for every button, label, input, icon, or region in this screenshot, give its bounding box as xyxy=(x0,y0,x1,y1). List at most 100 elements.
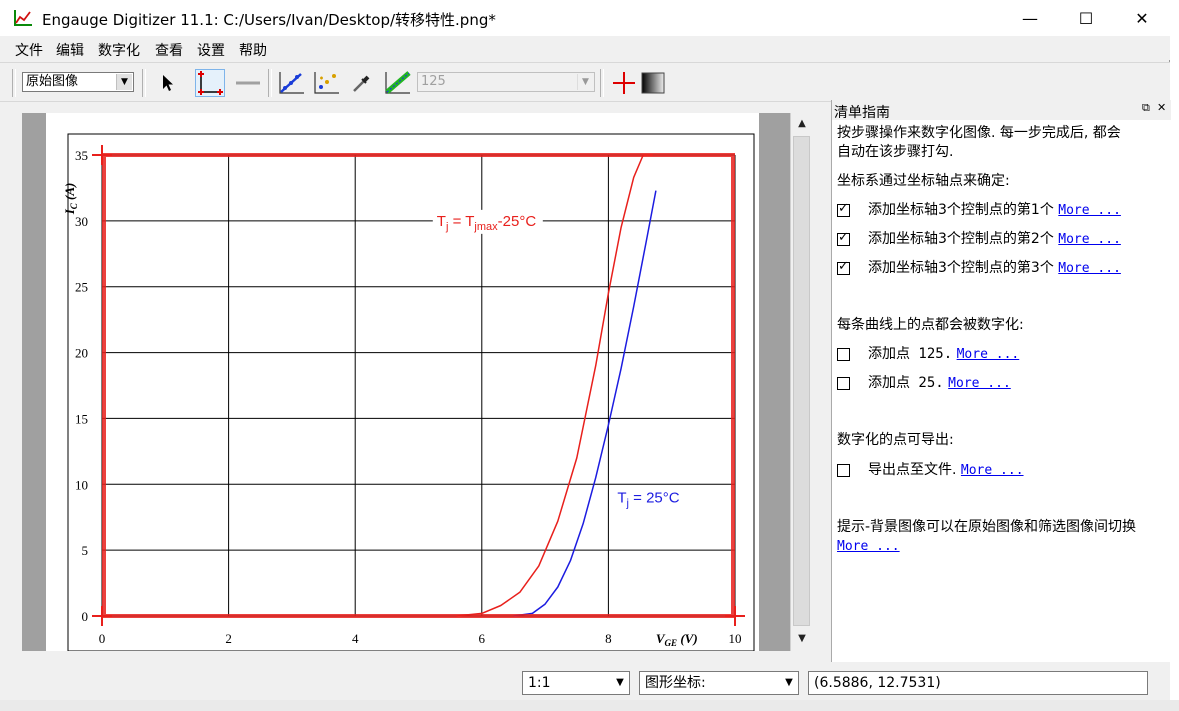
axis-point-1-more-link[interactable]: More ... xyxy=(1058,203,1121,218)
curve-25-label: 添加点 25. xyxy=(868,375,944,391)
y-tick-label: 35 xyxy=(75,148,88,163)
crosshair-icon xyxy=(613,72,635,94)
export-item: 导出点至文件. More ... xyxy=(868,461,1024,480)
tip-line: 提示-背景图像可以在原始图像和筛选图像间切换 xyxy=(837,519,1137,535)
x-tick-label: 0 xyxy=(99,631,106,646)
status-bar: 1:1 ▼ 图形坐标: ▼ (6.5886, 12.7531) xyxy=(0,662,1170,700)
curve-25-item: 添加点 25. More ... xyxy=(868,374,1011,393)
y-tick-label: 5 xyxy=(82,543,89,558)
x-tick-label: 4 xyxy=(352,631,359,646)
cursor-arrow-icon xyxy=(163,75,173,91)
background-image-select[interactable]: 原始图像 ▼ xyxy=(22,72,134,92)
axis-point-icon xyxy=(198,71,223,95)
background-app-edge xyxy=(1170,0,1179,711)
zoom-select[interactable]: 1:1 ▼ xyxy=(522,671,630,695)
toolbar-separator xyxy=(268,69,272,97)
menu-help[interactable]: 帮助 xyxy=(239,40,267,60)
curve-125-label: 添加点 125. xyxy=(868,346,953,362)
axis-point-3-checkbox xyxy=(837,262,850,275)
curve-25-more-link[interactable]: More ... xyxy=(948,376,1011,391)
curve-select[interactable]: 125 ▼ xyxy=(417,72,595,92)
curve-select-value: 125 xyxy=(421,74,446,89)
curve-125-item: 添加点 125. More ... xyxy=(868,345,1019,364)
color-picker-tool-button[interactable] xyxy=(347,69,377,97)
segment-fill-tool-button[interactable] xyxy=(382,69,412,97)
x-tick-label: 8 xyxy=(605,631,612,646)
curve-point-tool-button[interactable] xyxy=(276,69,306,97)
maximize-button[interactable]: ☐ xyxy=(1058,0,1114,36)
tip-more-link[interactable]: More ... xyxy=(837,539,900,554)
menu-edit[interactable]: 编辑 xyxy=(56,40,84,60)
chevron-down-icon: ▼ xyxy=(616,677,624,688)
y-tick-label: 20 xyxy=(75,346,88,361)
image-canvas[interactable]: 0 2 4 6 8 10 0 5 10 15 20 25 30 35 VGE (V) IC (A) Tj = T… xyxy=(46,113,759,652)
axis-point-2-label: 添加坐标轴3个控制点的第2个 xyxy=(868,231,1054,247)
axis-point-tool-button[interactable] xyxy=(195,69,225,97)
y-tick-label: 25 xyxy=(75,280,88,295)
export-heading: 数字化的点可导出: xyxy=(837,432,954,448)
app-window: Engauge Digitizer 11.1: C:/Users/Ivan/De… xyxy=(0,0,1171,700)
x-axis-label: VGE (V) xyxy=(656,631,698,648)
scroll-down-icon[interactable]: ▼ xyxy=(792,629,812,649)
panel-header: 清单指南 ⧉ ✕ xyxy=(832,100,1171,121)
coordinate-mode-select[interactable]: 图形坐标: ▼ xyxy=(639,671,799,695)
y-axis-label: IC (A) xyxy=(62,183,79,216)
y-tick-label: 10 xyxy=(75,477,88,492)
intro-line-1: 按步骤操作来数字化图像. 每一步完成后, 都会 xyxy=(837,125,1121,141)
select-tool-button[interactable] xyxy=(153,69,183,97)
zoom-value: 1:1 xyxy=(528,675,551,691)
menu-digitize[interactable]: 数字化 xyxy=(98,40,140,60)
menu-bar: 文件 编辑 数字化 查看 设置 帮助 xyxy=(0,36,1170,60)
crosshair-tool-button[interactable] xyxy=(609,69,639,97)
menu-view[interactable]: 查看 xyxy=(155,40,183,60)
close-panel-icon[interactable]: ✕ xyxy=(1157,101,1166,114)
axis-point-1-checkbox xyxy=(837,204,850,217)
float-panel-icon[interactable]: ⧉ xyxy=(1142,101,1150,115)
curve-point-icon xyxy=(279,72,304,94)
chevron-down-icon: ▼ xyxy=(577,74,593,90)
scale-bar-tool-button xyxy=(233,69,263,97)
toolbar-separator xyxy=(12,69,16,97)
checklist-panel: 清单指南 ⧉ ✕ 按步骤操作来数字化图像. 每一步完成后, 都会 自动在该步骤打… xyxy=(831,100,1171,662)
axes-heading: 坐标系通过坐标轴点来确定: xyxy=(837,173,1010,189)
axis-point-2-more-link[interactable]: More ... xyxy=(1058,232,1121,247)
segment-fill-icon xyxy=(385,71,411,94)
axis-point-2-checkbox xyxy=(837,233,850,246)
scale-bar-icon xyxy=(236,81,260,85)
toolbar-separator xyxy=(142,69,146,97)
eyedropper-icon xyxy=(353,75,370,92)
export-label: 导出点至文件. xyxy=(868,462,957,478)
curve-tj-25 xyxy=(513,190,657,617)
axis-point-3-more-link[interactable]: More ... xyxy=(1058,261,1121,276)
tip-more-row: More ... xyxy=(837,537,900,556)
digitizer-axes-overlay xyxy=(102,153,735,618)
curve-125-more-link[interactable]: More ... xyxy=(957,347,1020,362)
x-tick-label: 6 xyxy=(479,631,486,646)
vertical-scrollbar[interactable]: ▲ ▼ xyxy=(790,113,812,651)
y-tick-label: 15 xyxy=(75,411,88,426)
export-checkbox xyxy=(837,464,850,477)
figure-frame xyxy=(67,133,755,652)
background-app-edge-bottom xyxy=(0,700,1179,711)
gradient-tool-button[interactable] xyxy=(638,69,668,97)
window-title: Engauge Digitizer 11.1: C:/Users/Ivan/De… xyxy=(42,11,496,29)
gradient-icon xyxy=(641,72,665,94)
y-tick-label: 0 xyxy=(82,609,89,624)
point-match-icon xyxy=(314,72,339,94)
image-viewport[interactable]: 0 2 4 6 8 10 0 5 10 15 20 25 30 35 VGE (V) IC (A) Tj = T… xyxy=(22,113,790,652)
panel-title: 清单指南 xyxy=(834,105,890,121)
menu-file[interactable]: 文件 xyxy=(15,40,43,60)
axis-point-1-label: 添加坐标轴3个控制点的第1个 xyxy=(868,202,1054,218)
point-match-tool-button[interactable] xyxy=(311,69,341,97)
axis-point-1-item: 添加坐标轴3个控制点的第1个 More ... xyxy=(868,201,1121,220)
close-button[interactable]: ✕ xyxy=(1114,0,1170,36)
scroll-thumb[interactable] xyxy=(793,136,810,626)
scroll-up-icon[interactable]: ▲ xyxy=(792,114,812,134)
export-more-link[interactable]: More ... xyxy=(961,463,1024,478)
coordinate-mode-value: 图形坐标: xyxy=(645,675,706,691)
title-bar[interactable]: Engauge Digitizer 11.1: C:/Users/Ivan/De… xyxy=(0,0,1170,36)
chevron-down-icon: ▼ xyxy=(116,74,132,90)
minimize-button[interactable]: — xyxy=(1002,0,1058,36)
menu-settings[interactable]: 设置 xyxy=(197,40,225,60)
axis-point-3-label: 添加坐标轴3个控制点的第3个 xyxy=(868,260,1054,276)
